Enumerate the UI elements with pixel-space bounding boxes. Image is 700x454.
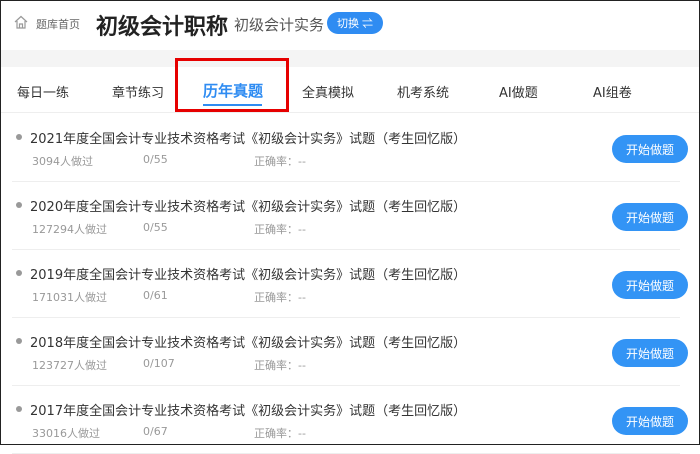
done-count: 127294人做过 bbox=[32, 223, 107, 236]
progress: 0/107 bbox=[143, 357, 175, 370]
tab-ai-practice[interactable]: AI做题 bbox=[499, 82, 538, 101]
bullet-icon bbox=[16, 338, 22, 344]
progress: 0/55 bbox=[143, 153, 168, 166]
bullet-icon bbox=[16, 202, 22, 208]
exam-row: 2021年度全国会计专业技术资格考试《初级会计实务》试题（考生回忆版） 3094… bbox=[12, 114, 688, 182]
subject-name: 初级会计实务 bbox=[234, 16, 325, 34]
start-button[interactable]: 开始做题 bbox=[612, 271, 688, 299]
header: 题库首页 初级会计职称 初级会计实务 切换 ⇌ bbox=[0, 0, 700, 50]
bullet-icon bbox=[16, 406, 22, 412]
tab-chapter[interactable]: 章节练习 bbox=[112, 82, 164, 101]
tab-daily[interactable]: 每日一练 bbox=[17, 82, 69, 101]
progress: 0/61 bbox=[143, 289, 168, 302]
exam-title[interactable]: 2017年度全国会计专业技术资格考试《初级会计实务》试题（考生回忆版） bbox=[30, 400, 466, 419]
tab-ai-paper[interactable]: AI组卷 bbox=[593, 82, 632, 101]
tab-mock[interactable]: 全真模拟 bbox=[302, 82, 354, 101]
switch-subject-button[interactable]: 切换 ⇌ bbox=[327, 12, 383, 34]
highlight-box bbox=[175, 58, 289, 112]
exam-row: 2017年度全国会计专业技术资格考试《初级会计实务》试题（考生回忆版） 3301… bbox=[12, 386, 688, 454]
exam-title[interactable]: 2018年度全国会计专业技术资格考试《初级会计实务》试题（考生回忆版） bbox=[30, 332, 466, 351]
accuracy: 正确率：-- bbox=[254, 291, 306, 304]
exam-title[interactable]: 2021年度全国会计专业技术资格考试《初级会计实务》试题（考生回忆版） bbox=[30, 128, 466, 147]
start-button[interactable]: 开始做题 bbox=[612, 339, 688, 367]
accuracy: 正确率：-- bbox=[254, 223, 306, 236]
start-button[interactable]: 开始做题 bbox=[612, 135, 688, 163]
bullet-icon bbox=[16, 134, 22, 140]
accuracy: 正确率：-- bbox=[254, 155, 306, 168]
home-icon[interactable] bbox=[14, 15, 28, 29]
tab-bar: 每日一练 章节练习 历年真题 全真模拟 机考系统 AI做题 AI组卷 bbox=[0, 67, 700, 113]
start-button[interactable]: 开始做题 bbox=[612, 407, 688, 435]
exam-title[interactable]: 2020年度全国会计专业技术资格考试《初级会计实务》试题（考生回忆版） bbox=[30, 196, 466, 215]
progress: 0/55 bbox=[143, 221, 168, 234]
exam-row: 2020年度全国会计专业技术资格考试《初级会计实务》试题（考生回忆版） 1272… bbox=[12, 182, 688, 250]
page-title: 初级会计职称 bbox=[96, 15, 229, 40]
done-count: 33016人做过 bbox=[32, 427, 100, 440]
divider-band bbox=[0, 50, 700, 67]
accuracy: 正确率：-- bbox=[254, 427, 306, 440]
accuracy: 正确率：-- bbox=[254, 359, 306, 372]
tab-computer-exam[interactable]: 机考系统 bbox=[397, 82, 449, 101]
done-count: 123727人做过 bbox=[32, 359, 107, 372]
bullet-icon bbox=[16, 270, 22, 276]
done-count: 3094人做过 bbox=[32, 155, 93, 168]
exam-row: 2018年度全国会计专业技术资格考试《初级会计实务》试题（考生回忆版） 1237… bbox=[12, 318, 688, 386]
done-count: 171031人做过 bbox=[32, 291, 107, 304]
progress: 0/67 bbox=[143, 425, 168, 438]
breadcrumb-home[interactable]: 题库首页 bbox=[36, 16, 80, 32]
exam-row: 2019年度全国会计专业技术资格考试《初级会计实务》试题（考生回忆版） 1710… bbox=[12, 250, 688, 318]
start-button[interactable]: 开始做题 bbox=[612, 203, 688, 231]
exam-title[interactable]: 2019年度全国会计专业技术资格考试《初级会计实务》试题（考生回忆版） bbox=[30, 264, 466, 283]
